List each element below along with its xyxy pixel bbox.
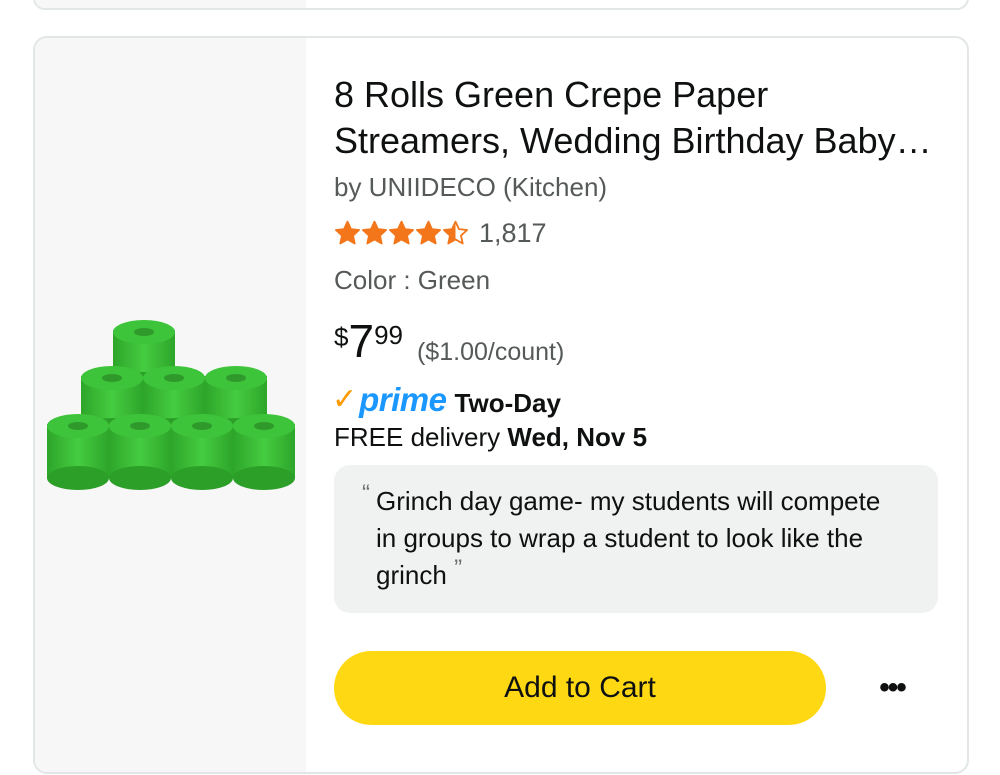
crepe-paper-rolls-image xyxy=(47,320,295,490)
star-icon xyxy=(443,220,468,244)
delivery-prefix: FREE delivery xyxy=(334,422,508,452)
star-icon xyxy=(362,220,387,244)
price: $ 7 99 ($1.00/count) xyxy=(334,314,564,368)
previous-product-image-panel xyxy=(35,0,306,8)
prime-check-icon: ✓ xyxy=(332,383,358,416)
product-byline: by UNIIDECO (Kitchen) xyxy=(334,172,608,202)
add-to-cart-button[interactable]: Add to Cart xyxy=(334,651,826,725)
rating-row[interactable]: 1,817 xyxy=(334,213,547,253)
crepe-roll xyxy=(171,414,233,490)
product-title[interactable]: 8 Rolls Green Crepe Paper Streamers, Wed… xyxy=(334,72,934,164)
more-options-icon[interactable]: ••• xyxy=(870,668,914,708)
color-label: Color : Green xyxy=(334,265,491,295)
review-text: Grinch day game- my students will compet… xyxy=(376,486,881,590)
product-image-panel[interactable] xyxy=(35,38,306,772)
star-icon xyxy=(389,220,414,244)
crepe-roll xyxy=(109,414,171,490)
star-rating[interactable] xyxy=(334,220,469,247)
previous-product-card[interactable] xyxy=(33,0,969,10)
open-quote: “ xyxy=(362,480,370,507)
crepe-roll xyxy=(233,414,295,490)
star-icon xyxy=(416,220,441,244)
delivery-info: FREE delivery Wed, Nov 5 xyxy=(334,422,647,453)
prime-logo: prime xyxy=(359,381,447,418)
prime-speed: Two-Day xyxy=(454,387,561,418)
prime-badge: ✓ prime Two-Day xyxy=(332,380,561,420)
crepe-roll xyxy=(47,414,109,490)
rating-count[interactable]: 1,817 xyxy=(479,218,547,249)
review-snippet[interactable]: “Grinch day game- my students will compe… xyxy=(334,465,938,613)
price-symbol: $ xyxy=(334,322,349,352)
star-icon xyxy=(335,220,360,244)
review-text-block: “Grinch day game- my students will compe… xyxy=(362,480,906,595)
close-quote: ” xyxy=(454,555,463,582)
price-fraction: 99 xyxy=(374,320,403,350)
product-card[interactable]: 8 Rolls Green Crepe Paper Streamers, Wed… xyxy=(33,36,969,774)
delivery-date: Wed, Nov 5 xyxy=(507,422,648,452)
price-whole: 7 xyxy=(348,315,375,367)
unit-price: ($1.00/count) xyxy=(416,338,565,366)
